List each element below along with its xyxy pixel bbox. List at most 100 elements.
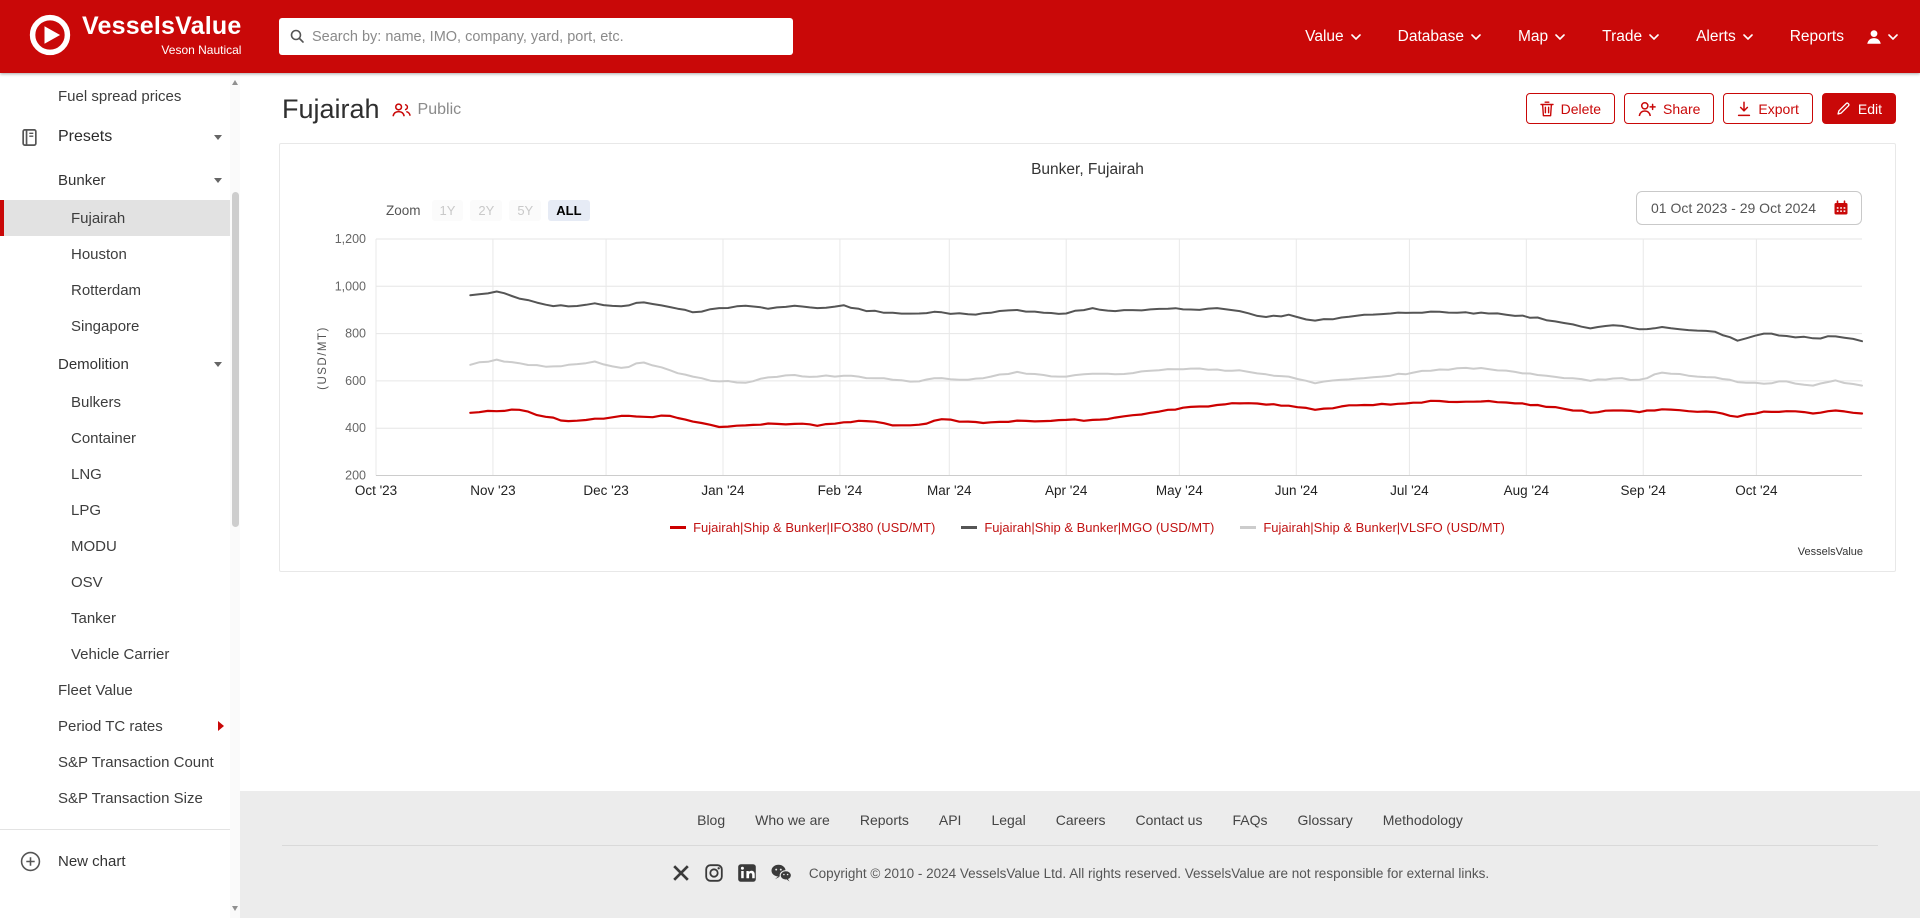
sidebar-item-fleet-value[interactable]: Fleet Value xyxy=(0,672,240,708)
sidebar-item-container[interactable]: Container xyxy=(0,420,240,456)
footer-link-faqs[interactable]: FAQs xyxy=(1232,812,1267,828)
footer-link-glossary[interactable]: Glossary xyxy=(1297,812,1352,828)
user-icon xyxy=(1865,28,1883,46)
main-content: Fujairah Public Delete Share Export Edit Bu… xyxy=(240,73,1920,918)
nav-item-value[interactable]: Value xyxy=(1305,28,1361,46)
export-button[interactable]: Export xyxy=(1723,93,1813,124)
sidebar-item-osv[interactable]: OSV xyxy=(0,564,240,600)
scroll-down-icon[interactable] xyxy=(232,906,238,911)
sidebar-item-label: OSV xyxy=(71,573,103,591)
y-tick-label: 400 xyxy=(345,421,366,435)
sidebar-item-s-p-transaction-count[interactable]: S&P Transaction Count xyxy=(0,744,240,780)
sidebar-item-lng[interactable]: LNG xyxy=(0,456,240,492)
chevron-right-icon xyxy=(218,721,224,731)
nav-item-label: Alerts xyxy=(1696,27,1736,45)
visibility-badge: Public xyxy=(391,101,461,119)
nav-item-label: Value xyxy=(1305,27,1344,45)
footer-link-careers[interactable]: Careers xyxy=(1056,812,1106,828)
nav-item-map[interactable]: Map xyxy=(1518,28,1565,46)
new-chart-label: New chart xyxy=(58,852,126,870)
scrollbar-thumb[interactable] xyxy=(231,192,239,527)
sidebar-item-modu[interactable]: MODU xyxy=(0,528,240,564)
footer-link-legal[interactable]: Legal xyxy=(991,812,1025,828)
nav-item-database[interactable]: Database xyxy=(1398,28,1481,46)
sidebar-item-label: Presets xyxy=(58,128,113,145)
legend-item-vlsfo-usd-mt[interactable]: Fujairah|Ship & Bunker|VLSFO (USD/MT) xyxy=(1240,520,1505,535)
legend-item-mgo-usd-mt[interactable]: Fujairah|Ship & Bunker|MGO (USD/MT) xyxy=(961,520,1214,535)
zoom-2y-button[interactable]: 2Y xyxy=(470,200,503,221)
chevron-down-icon xyxy=(1471,33,1481,40)
sidebar-scrollbar[interactable] xyxy=(230,73,240,918)
y-tick-label: 1,000 xyxy=(335,279,366,293)
chart-watermark: VesselsValue xyxy=(1797,546,1863,558)
sidebar-item-presets[interactable]: Presets xyxy=(0,114,240,160)
chevron-down-icon xyxy=(1555,33,1565,40)
date-range-picker[interactable]: 01 Oct 2023 - 29 Oct 2024 xyxy=(1636,191,1862,225)
sidebar-item-label: Singapore xyxy=(71,317,140,335)
nav-item-trade[interactable]: Trade xyxy=(1602,28,1659,46)
share-button[interactable]: Share xyxy=(1624,93,1715,124)
sidebar-item-s-p-transaction-size[interactable]: S&P Transaction Size xyxy=(0,780,240,816)
sidebar-item-tanker[interactable]: Tanker xyxy=(0,600,240,636)
sidebar-item-vehicle-carrier[interactable]: Vehicle Carrier xyxy=(0,636,240,672)
sidebar-item-bulkers[interactable]: Bulkers xyxy=(0,384,240,420)
sidebar-item-label: S&P Transaction Size xyxy=(58,789,203,807)
sidebar-item-label: Bunker xyxy=(58,171,106,189)
button-label: Export xyxy=(1758,100,1799,117)
wechat-icon[interactable] xyxy=(770,863,793,883)
brand-logo[interactable]: VesselsValue Veson Nautical xyxy=(28,13,241,57)
copyright-text: Copyright © 2010 - 2024 VesselsValue Ltd… xyxy=(808,865,1490,881)
zoom-5y-button[interactable]: 5Y xyxy=(509,200,542,221)
chevron-down-icon xyxy=(214,177,222,183)
sidebar-item-fujairah[interactable]: Fujairah xyxy=(0,200,240,236)
sidebar-item-label: LNG xyxy=(71,465,102,483)
sidebar-item-fuel-spread-prices[interactable]: Fuel spread prices xyxy=(0,78,240,114)
chart-card: Bunker, Fujairah Zoom 1Y 2Y 5Y ALL 01 Oct 2… xyxy=(279,143,1896,572)
footer-link-blog[interactable]: Blog xyxy=(697,812,725,828)
search-input[interactable] xyxy=(279,18,793,55)
x-tick-label: Jun '24 xyxy=(1275,483,1319,498)
instagram-icon[interactable] xyxy=(704,863,724,883)
book-icon xyxy=(20,128,39,147)
sidebar-item-houston[interactable]: Houston xyxy=(0,236,240,272)
nav-item-label: Database xyxy=(1397,27,1465,45)
footer-divider xyxy=(282,845,1878,846)
legend-dash-icon xyxy=(1240,526,1257,529)
chevron-down-icon xyxy=(214,134,222,140)
button-label: Edit xyxy=(1857,100,1882,117)
account-menu[interactable] xyxy=(1865,0,1898,73)
sidebar-item-singapore[interactable]: Singapore xyxy=(0,308,240,344)
sidebar-item-label: S&P Transaction Count xyxy=(58,753,214,771)
legend-dash-icon xyxy=(961,526,978,529)
nav-item-label: Trade xyxy=(1602,27,1643,45)
footer-link-api[interactable]: API xyxy=(939,812,962,828)
new-chart-button[interactable]: New chart xyxy=(0,839,240,883)
sidebar-item-label: Vehicle Carrier xyxy=(71,645,170,663)
zoom-all-button[interactable]: ALL xyxy=(548,200,590,221)
footer-link-contact-us[interactable]: Contact us xyxy=(1136,812,1203,828)
footer-link-methodology[interactable]: Methodology xyxy=(1383,812,1463,828)
linkedin-icon[interactable] xyxy=(737,863,757,883)
chart-title: Bunker, Fujairah xyxy=(1031,161,1144,178)
footer-link-who-we-are[interactable]: Who we are xyxy=(755,812,830,828)
nav-item-reports[interactable]: Reports xyxy=(1790,28,1844,46)
footer-links: Blog Who we are Reports API Legal Careers Cont… xyxy=(240,791,1920,828)
delete-button[interactable]: Delete xyxy=(1525,93,1616,124)
edit-button[interactable]: Edit xyxy=(1821,93,1896,124)
nav-item-alerts[interactable]: Alerts xyxy=(1696,28,1753,46)
scroll-up-icon[interactable] xyxy=(232,80,238,85)
sidebar-item-lpg[interactable]: LPG xyxy=(0,492,240,528)
sidebar-item-demolition[interactable]: Demolition xyxy=(0,344,240,384)
sidebar-item-period-tc-rates[interactable]: Period TC rates xyxy=(0,708,240,744)
x-tick-label: May '24 xyxy=(1156,483,1203,498)
bunker-price-chart: 200 400 600 800 1,000 1,200 Oct '23 Nov '23 Dec … xyxy=(317,232,1864,498)
legend-item-ifo380-usd-mt[interactable]: Fujairah|Ship & Bunker|IFO380 (USD/MT) xyxy=(670,520,935,535)
search-bar xyxy=(279,18,793,55)
y-tick-label: 600 xyxy=(345,374,366,388)
sidebar-item-rotterdam[interactable]: Rotterdam xyxy=(0,272,240,308)
zoom-1y-button[interactable]: 1Y xyxy=(431,200,464,221)
x-icon[interactable] xyxy=(671,863,691,883)
sidebar-item-bunker[interactable]: Bunker xyxy=(0,160,240,200)
footer-link-reports[interactable]: Reports xyxy=(860,812,909,828)
social-icons xyxy=(671,863,793,883)
